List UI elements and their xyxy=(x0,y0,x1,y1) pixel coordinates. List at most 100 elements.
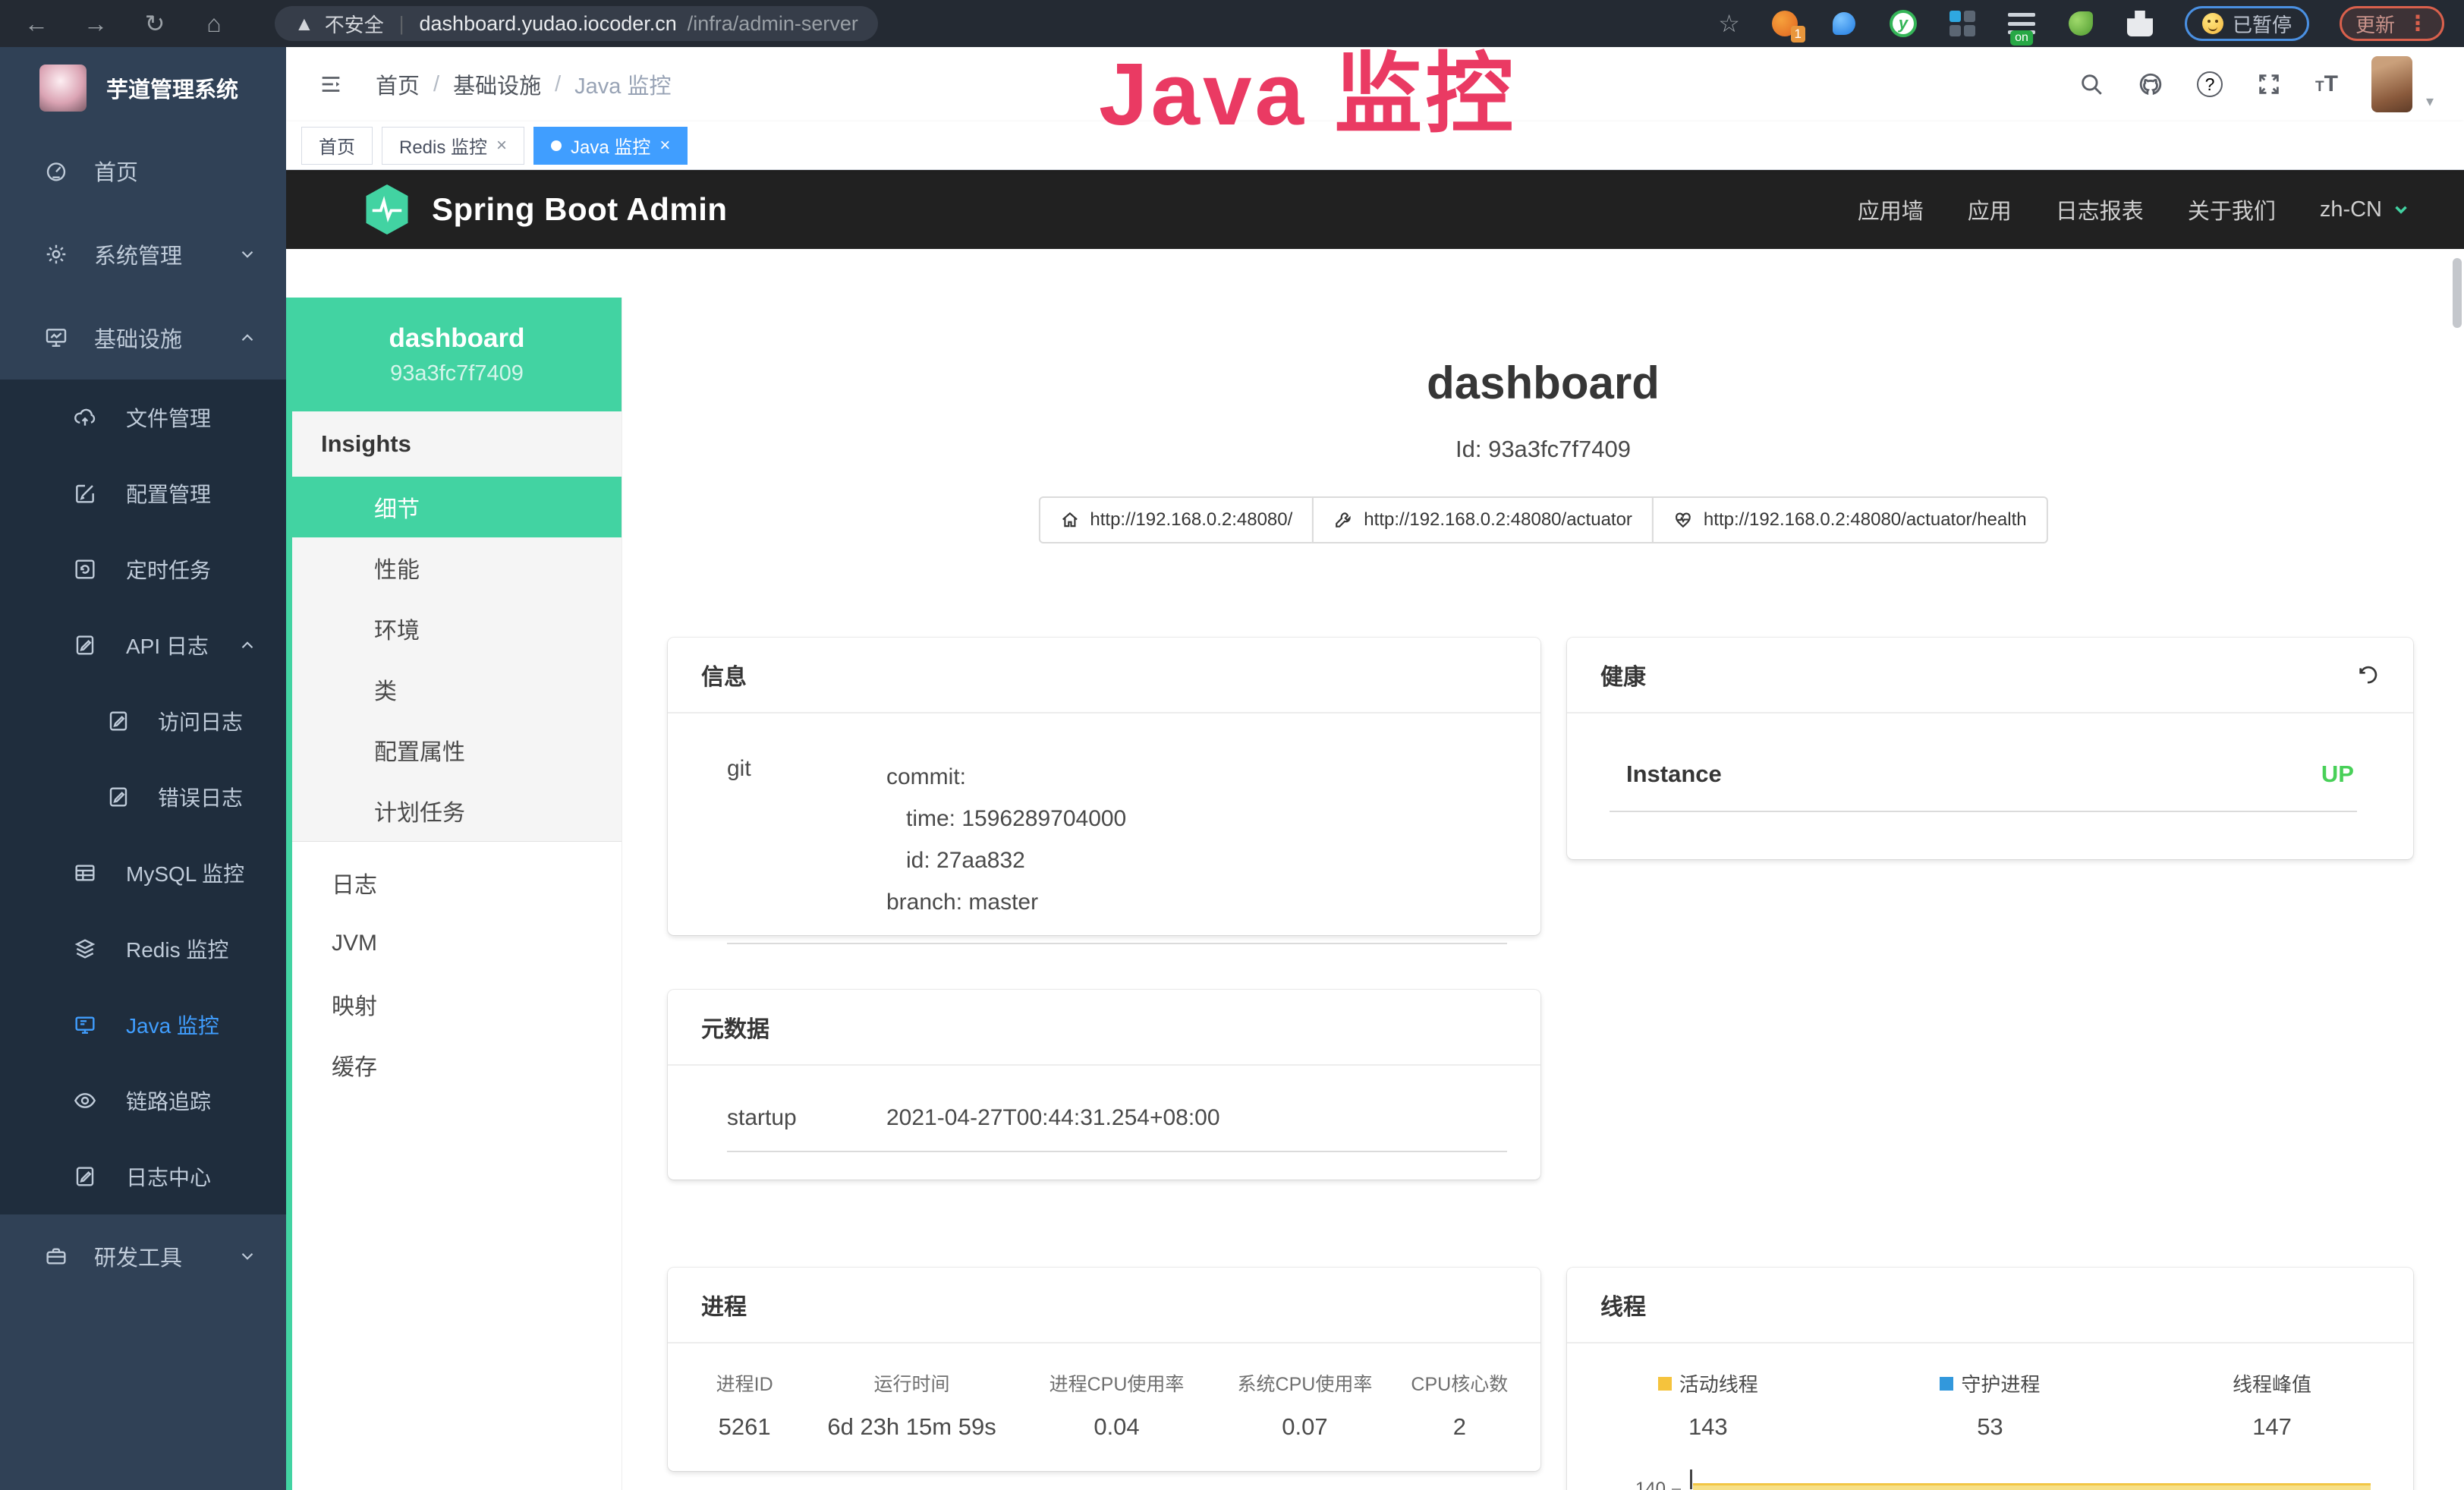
page-header: 首页 / 基础设施 / Java 监控 ? TT ▾ xyxy=(286,47,2464,121)
log-edit-icon xyxy=(73,633,99,657)
side-item-environment[interactable]: 环境 xyxy=(292,598,622,659)
edit-square-icon xyxy=(73,481,99,506)
search-icon[interactable] xyxy=(2079,71,2104,97)
sidebar-item-mysql-monitor[interactable]: MySQL 监控 xyxy=(0,835,286,911)
sba-nav-applications[interactable]: 应用 xyxy=(1968,194,2012,225)
not-secure-label: 不安全 xyxy=(325,10,384,38)
extension-orange-icon[interactable]: 1 xyxy=(1770,9,1799,38)
instance-id: 93a3fc7f7409 xyxy=(390,361,524,386)
update-button[interactable]: 更新 ⋮ xyxy=(2340,6,2444,41)
legend-swatch-live xyxy=(1658,1377,1672,1391)
log-edit-icon xyxy=(106,785,132,809)
health-card-title: 健康 xyxy=(1600,658,1646,691)
back-icon[interactable]: ← xyxy=(21,10,52,38)
extension-grid-icon[interactable] xyxy=(1948,9,1977,38)
sidebar-item-config-management[interactable]: 配置管理 xyxy=(0,455,286,531)
side-item-mappings[interactable]: 映射 xyxy=(292,974,622,1035)
side-item-details[interactable]: 细节 xyxy=(292,477,622,537)
monitor-chart-icon xyxy=(44,326,70,350)
tab-java-monitor[interactable]: Java 监控 × xyxy=(533,127,688,165)
fullscreen-icon[interactable] xyxy=(2256,71,2282,97)
sidebar-item-home[interactable]: 首页 xyxy=(0,129,286,213)
sba-sidebar: dashboard 93a3fc7f7409 Insights 细节 性能 环境… xyxy=(286,298,622,1490)
instance-name: dashboard xyxy=(389,323,525,354)
forward-icon[interactable]: → xyxy=(80,10,111,38)
sidebar-item-log-center[interactable]: 日志中心 xyxy=(0,1139,286,1214)
side-item-metrics[interactable]: 性能 xyxy=(292,537,622,598)
health-instance-label: Instance xyxy=(1626,761,1722,788)
browser-menu-icon[interactable]: ⋮ xyxy=(2407,19,2428,28)
side-item-logs[interactable]: 日志 xyxy=(292,852,622,913)
sidebar-item-scheduled-jobs[interactable]: 定时任务 xyxy=(0,531,286,607)
breadcrumb-section[interactable]: 基础设施 xyxy=(453,68,541,100)
sidebar-item-api-logs[interactable]: API 日志 xyxy=(0,607,286,683)
avatar-caret-icon[interactable]: ▾ xyxy=(2426,92,2434,111)
help-icon[interactable]: ? xyxy=(2197,71,2223,97)
process-card-title: 进程 xyxy=(668,1268,1540,1344)
instance-block[interactable]: dashboard 93a3fc7f7409 xyxy=(292,298,622,411)
page-instance-id: Id: 93a3fc7f7409 xyxy=(622,436,2464,463)
home-icon[interactable]: ⌂ xyxy=(199,10,229,38)
threads-chart: 140 120 100 xyxy=(1567,1465,2413,1490)
tab-redis-monitor[interactable]: Redis 监控 × xyxy=(382,127,524,165)
sidebar-item-error-logs[interactable]: 错误日志 xyxy=(0,759,286,835)
threads-card: 线程 活动线程 守护进程 线程峰值 143 53 147 xyxy=(1567,1268,2413,1490)
sidebar-item-infrastructure[interactable]: 基础设施 xyxy=(0,296,286,380)
actuator-url-button[interactable]: http://192.168.0.2:48080/actuator xyxy=(1312,496,1654,543)
close-icon[interactable]: × xyxy=(659,135,670,156)
sidebar-item-dev-tools[interactable]: 研发工具 xyxy=(0,1214,286,1298)
chevron-down-icon xyxy=(238,1246,257,1266)
side-item-classes[interactable]: 类 xyxy=(292,659,622,720)
sidebar-item-system[interactable]: 系统管理 xyxy=(0,213,286,296)
sba-locale-selector[interactable]: zh-CN xyxy=(2320,197,2411,222)
sidebar-item-redis-monitor[interactable]: Redis 监控 xyxy=(0,911,286,987)
info-card-title: 信息 xyxy=(668,638,1540,713)
log-edit-icon xyxy=(73,1164,99,1189)
sba-brand[interactable]: Spring Boot Admin xyxy=(362,182,728,237)
side-item-config-props[interactable]: 配置属性 xyxy=(292,720,622,780)
github-icon[interactable] xyxy=(2138,71,2163,97)
health-url-button[interactable]: http://192.168.0.2:48080/actuator/health xyxy=(1652,496,2048,543)
sidebar-item-access-logs[interactable]: 访问日志 xyxy=(0,683,286,759)
sidebar-item-file-management[interactable]: 文件管理 xyxy=(0,380,286,455)
hamburger-icon[interactable] xyxy=(318,71,344,97)
sba-nav-wallboard[interactable]: 应用墙 xyxy=(1858,194,1924,225)
instance-links: http://192.168.0.2:48080/ http://192.168… xyxy=(1038,496,2047,543)
service-url-button[interactable]: http://192.168.0.2:48080/ xyxy=(1038,496,1314,543)
paused-pill[interactable]: 已暂停 xyxy=(2185,6,2309,41)
sidebar-item-java-monitor[interactable]: Java 监控 xyxy=(0,987,286,1063)
side-item-jvm[interactable]: JVM xyxy=(292,913,622,974)
url-host: dashboard.yudao.iocoder.cn xyxy=(420,12,677,36)
sba-nav-journal[interactable]: 日志报表 xyxy=(2056,194,2144,225)
address-bar[interactable]: ▲ 不安全 | dashboard.yudao.iocoder.cn/infra… xyxy=(275,6,878,41)
browser-chrome: ← → ↻ ⌂ ▲ 不安全 | dashboard.yudao.iocoder.… xyxy=(0,0,2464,47)
reload-icon[interactable]: ↻ xyxy=(140,9,170,38)
url-path: /infra/admin-server xyxy=(688,12,858,36)
cloud-upload-icon xyxy=(73,405,99,430)
startup-value: 2021-04-27T00:44:31.254+08:00 xyxy=(886,1105,1220,1131)
scrollbar-thumb[interactable] xyxy=(2453,258,2462,328)
bookmark-star-icon[interactable]: ☆ xyxy=(1718,9,1740,38)
close-icon[interactable]: × xyxy=(496,135,507,156)
emoji-face-icon xyxy=(2202,13,2223,34)
sba-nav-about[interactable]: 关于我们 xyxy=(2188,194,2276,225)
chevron-up-icon xyxy=(238,635,257,655)
side-item-caches[interactable]: 缓存 xyxy=(292,1035,622,1095)
extension-list-icon[interactable]: on xyxy=(2007,9,2036,38)
metadata-card: 元数据 startup 2021-04-27T00:44:31.254+08:0… xyxy=(668,990,1540,1180)
extension-y-icon[interactable]: y xyxy=(1889,9,1918,38)
history-icon[interactable] xyxy=(2355,663,2380,687)
breadcrumb-home[interactable]: 首页 xyxy=(376,68,420,100)
extension-pin-icon[interactable] xyxy=(1830,9,1858,38)
page-title: dashboard xyxy=(622,357,2464,409)
side-item-scheduled-tasks[interactable]: 计划任务 xyxy=(292,780,622,841)
tab-home[interactable]: 首页 xyxy=(301,127,373,165)
app-logo-row[interactable]: 芋道管理系统 xyxy=(0,47,286,129)
extensions-puzzle-icon[interactable] xyxy=(2126,9,2154,38)
extension-leaf-icon[interactable] xyxy=(2066,9,2095,38)
user-avatar[interactable] xyxy=(2371,56,2412,112)
breadcrumb: 首页 / 基础设施 / Java 监控 xyxy=(376,68,671,100)
app-logo-avatar xyxy=(39,65,87,112)
text-size-icon[interactable]: TT xyxy=(2315,71,2338,97)
sidebar-item-tracing[interactable]: 链路追踪 xyxy=(0,1063,286,1139)
